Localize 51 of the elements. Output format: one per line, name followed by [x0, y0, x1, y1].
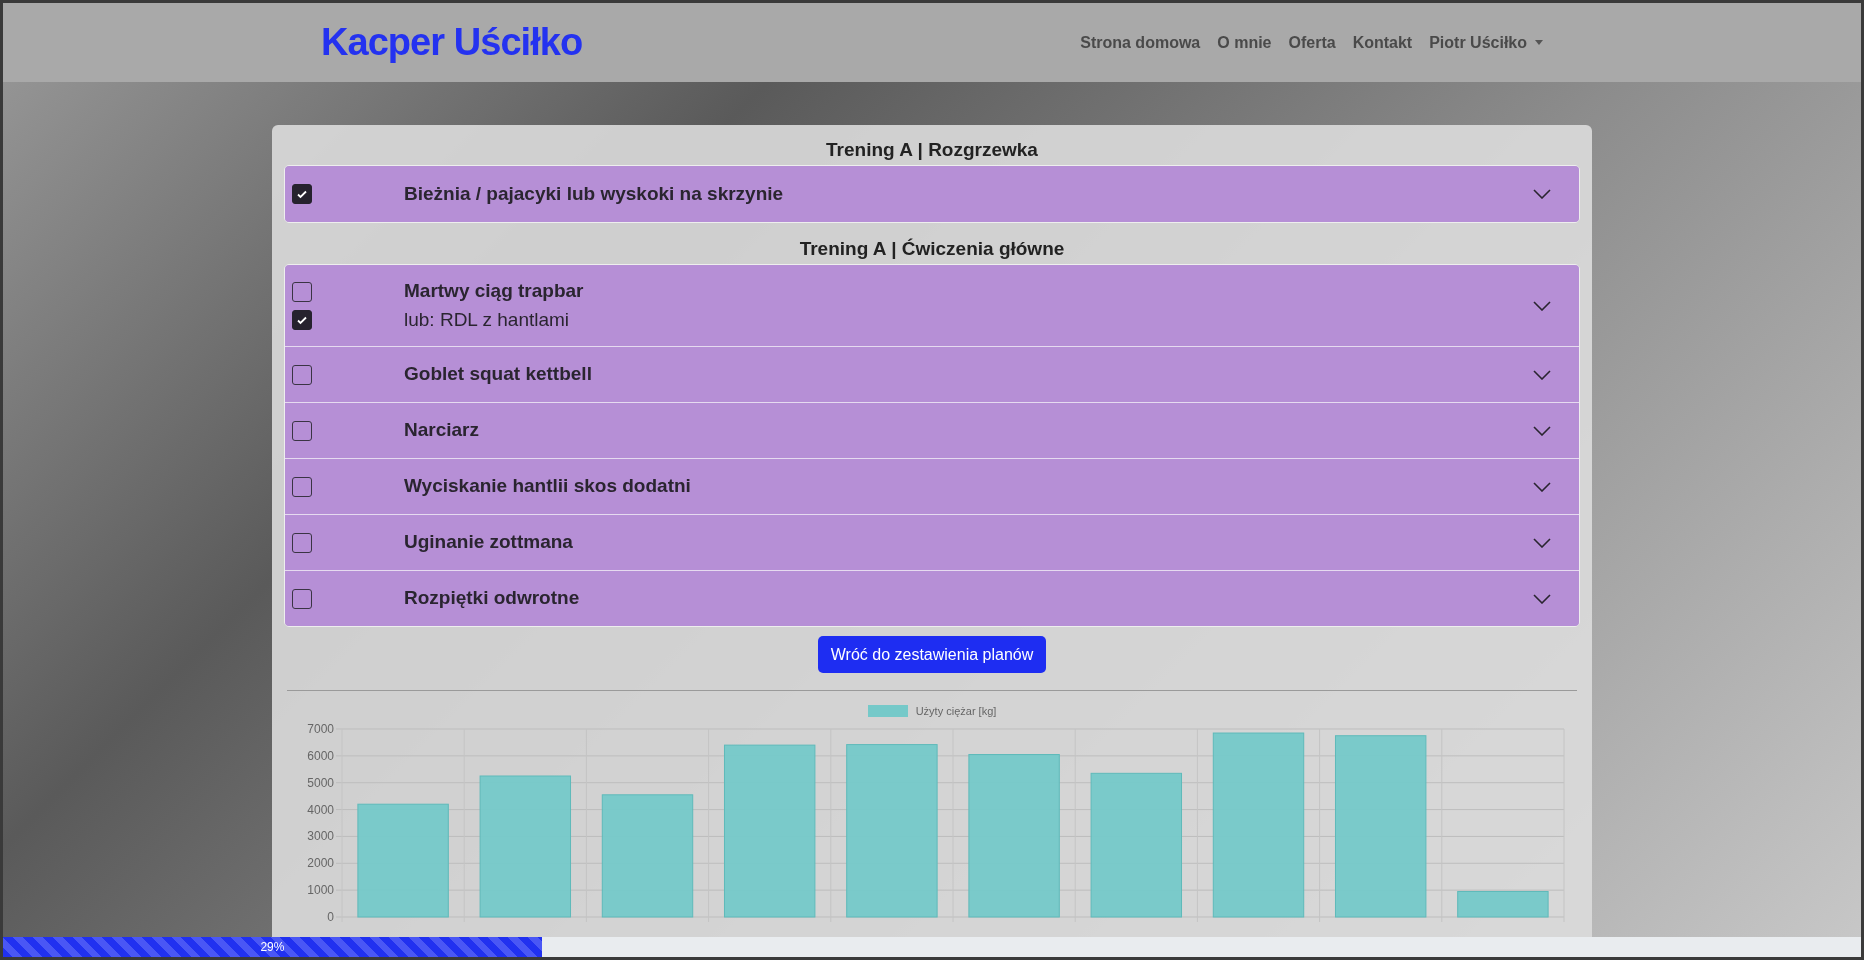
- exercise-row[interactable]: Goblet squat kettbell: [285, 346, 1579, 402]
- chevron-down-icon: [1533, 481, 1551, 492]
- exercise-name: Martwy ciąg trapbar: [404, 279, 585, 303]
- checkbox[interactable]: [292, 532, 312, 553]
- chevron-down-icon: [1533, 189, 1551, 199]
- y-tick-label: 5000: [307, 775, 334, 790]
- chevron-down-icon: [1533, 425, 1551, 436]
- checkmark-icon: [296, 188, 308, 200]
- section-heading: Trening A | Rozgrzewka: [825, 138, 1039, 162]
- alternative-exercise: lub: RDL z hantlami: [404, 307, 571, 332]
- checkbox[interactable]: [292, 364, 312, 385]
- exercise-row[interactable]: Uginanie zottmana: [285, 514, 1579, 570]
- y-tick-label: 0: [327, 910, 334, 924]
- nav-link[interactable]: O mnie: [1217, 30, 1272, 55]
- checkbox[interactable]: [292, 309, 312, 330]
- progress-label: 29%: [260, 939, 285, 956]
- exercise-row[interactable]: Narciarz: [285, 402, 1579, 458]
- exercise-row[interactable]: Rozpiętki odwrotne: [285, 570, 1579, 626]
- checkbox[interactable]: [292, 281, 312, 302]
- exercise-name: Narciarz: [404, 418, 480, 443]
- nav-link[interactable]: Strona domowa: [1080, 30, 1201, 55]
- section-heading: Trening A | Ćwiczenia główne: [798, 237, 1066, 261]
- exercise-row[interactable]: Wyciskanie hantlii skos dodatni: [285, 458, 1579, 514]
- checkbox[interactable]: [292, 476, 312, 497]
- y-tick-label: 3000: [307, 829, 334, 844]
- exercise-name: Uginanie zottmana: [404, 530, 574, 555]
- legend-swatch: [867, 705, 908, 717]
- exercise-name: Bieżnia / pajacyki lub wyskoki na skrzynie: [404, 181, 785, 206]
- checkbox[interactable]: [292, 588, 312, 609]
- exercise-row[interactable]: Bieżnia / pajacyki lub wyskoki na skrzynie: [285, 166, 1579, 222]
- nav-link[interactable]: Piotr Uściłko: [1429, 30, 1543, 55]
- checkbox[interactable]: [292, 420, 312, 441]
- y-tick-label: 2000: [307, 856, 334, 871]
- chevron-down-icon: [1533, 300, 1551, 311]
- exercise-name: Goblet squat kettbell: [404, 362, 593, 387]
- checkbox[interactable]: [292, 184, 312, 204]
- nav-link[interactable]: Oferta: [1288, 30, 1336, 55]
- back-button[interactable]: Wróć do zestawienia planów: [817, 636, 1047, 673]
- brand-title[interactable]: Kacper Uściłko: [321, 14, 583, 71]
- chevron-down-icon: [1533, 369, 1551, 380]
- y-tick-label: 1000: [307, 883, 334, 898]
- y-tick-label: 6000: [307, 748, 334, 763]
- y-tick-label: 7000: [307, 722, 334, 736]
- exercise-row[interactable]: Martwy ciąg trapbar lub: RDL z hantlami: [285, 265, 1579, 346]
- exercise-name: Rozpiętki odwrotne: [404, 586, 581, 611]
- chevron-down-icon: [1533, 593, 1551, 604]
- y-tick-label: 4000: [307, 802, 334, 817]
- legend-label: Użyty ciężar [kg]: [915, 703, 997, 719]
- nav-link[interactable]: Kontakt: [1352, 30, 1413, 55]
- chevron-down-icon: [1533, 537, 1551, 548]
- exercise-name: Wyciskanie hantlii skos dodatni: [404, 474, 692, 499]
